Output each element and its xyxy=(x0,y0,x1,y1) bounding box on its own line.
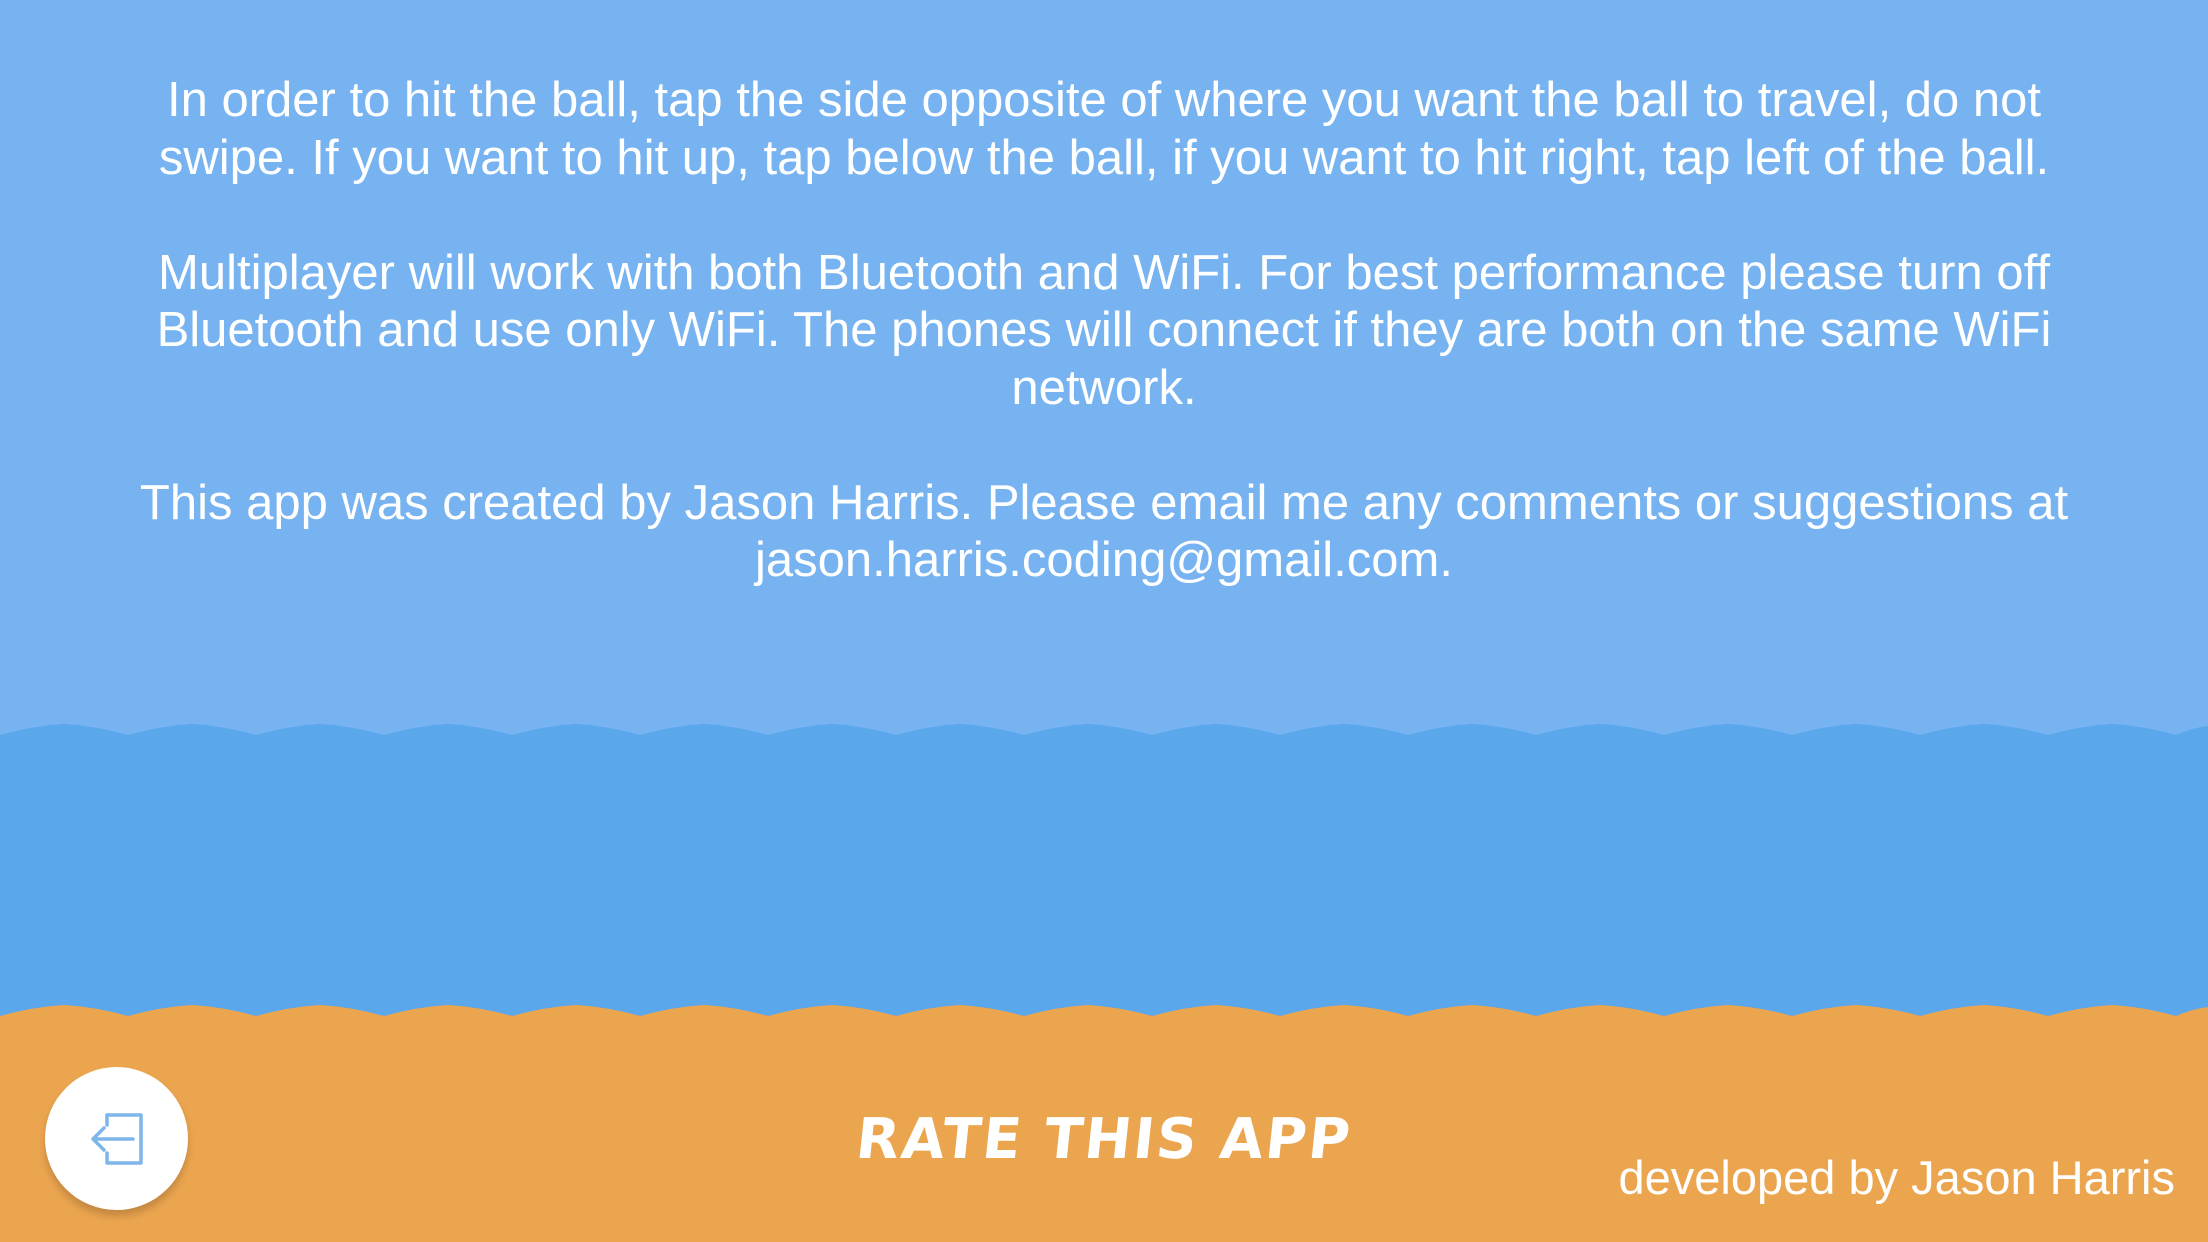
about-screen: In order to hit the ball, tap the side o… xyxy=(0,0,2208,1242)
instructions-text: In order to hit the ball, tap the side o… xyxy=(100,72,2108,647)
back-button[interactable] xyxy=(45,1067,188,1210)
instructions-paragraph-contact: This app was created by Jason Harris. Pl… xyxy=(139,475,2069,588)
exit-arrow-icon xyxy=(90,1112,143,1165)
rate-app-button[interactable]: RATE THIS APP xyxy=(846,1105,1361,1175)
instructions-paragraph-multiplayer: Multiplayer will work with both Bluetoot… xyxy=(156,245,2052,415)
instructions-paragraph-hitting: In order to hit the ball, tap the side o… xyxy=(158,73,2050,185)
developer-credit: developed by Jason Harris xyxy=(1618,1151,2175,1204)
